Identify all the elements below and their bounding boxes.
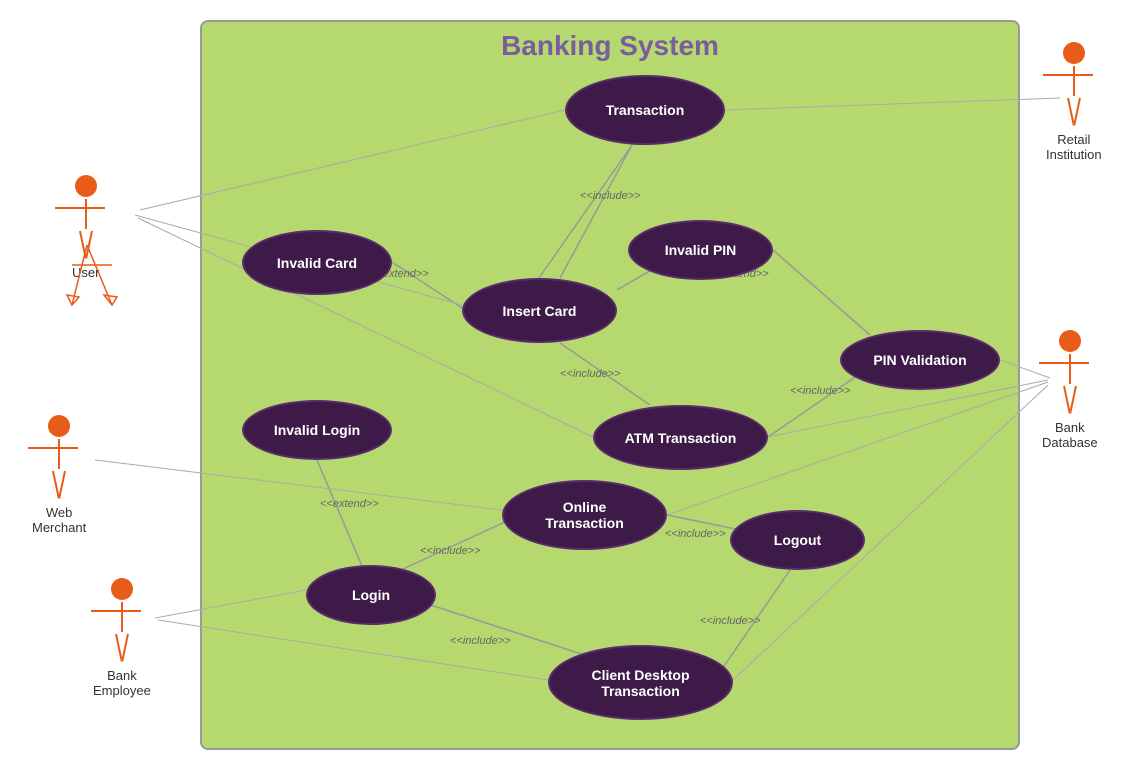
actor-bank-employee-head [111, 578, 133, 600]
actor-retail-institution-label: RetailInstitution [1046, 132, 1102, 162]
actor-bank-database: BankDatabase [1042, 330, 1098, 450]
use-case-logout[interactable]: Logout [730, 510, 865, 570]
diagram-container: Banking System [0, 0, 1127, 783]
use-case-atm-transaction[interactable]: ATM Transaction [593, 405, 768, 470]
actor-bank-database-head [1059, 330, 1081, 352]
use-case-transaction[interactable]: Transaction [565, 75, 725, 145]
use-case-pin-validation[interactable]: PIN Validation [840, 330, 1000, 390]
use-case-insert-card[interactable]: Insert Card [462, 278, 617, 343]
use-case-client-desktop[interactable]: Client Desktop Transaction [548, 645, 733, 720]
use-case-login[interactable]: Login [306, 565, 436, 625]
actor-bank-database-figure [1059, 330, 1081, 414]
use-case-invalid-login[interactable]: Invalid Login [242, 400, 392, 460]
actor-web-merchant-figure [48, 415, 70, 499]
actor-web-merchant-label: WebMerchant [32, 505, 86, 535]
actor-user: User [72, 175, 99, 280]
actor-bank-employee: BankEmployee [93, 578, 151, 698]
actor-user-head [75, 175, 97, 197]
actor-bank-employee-label: BankEmployee [93, 668, 151, 698]
inheritance-arrows [62, 245, 142, 325]
actor-retail-institution-figure [1063, 42, 1085, 126]
use-case-invalid-pin[interactable]: Invalid PIN [628, 220, 773, 280]
actor-retail-institution-head [1063, 42, 1085, 64]
actor-web-merchant: WebMerchant [32, 415, 86, 535]
actor-bank-employee-figure [111, 578, 133, 662]
actor-retail-institution: RetailInstitution [1046, 42, 1102, 162]
actor-web-merchant-head [48, 415, 70, 437]
actor-bank-database-label: BankDatabase [1042, 420, 1098, 450]
system-title: Banking System [200, 20, 1020, 62]
use-case-online-transaction[interactable]: Online Transaction [502, 480, 667, 550]
use-case-invalid-card[interactable]: Invalid Card [242, 230, 392, 295]
